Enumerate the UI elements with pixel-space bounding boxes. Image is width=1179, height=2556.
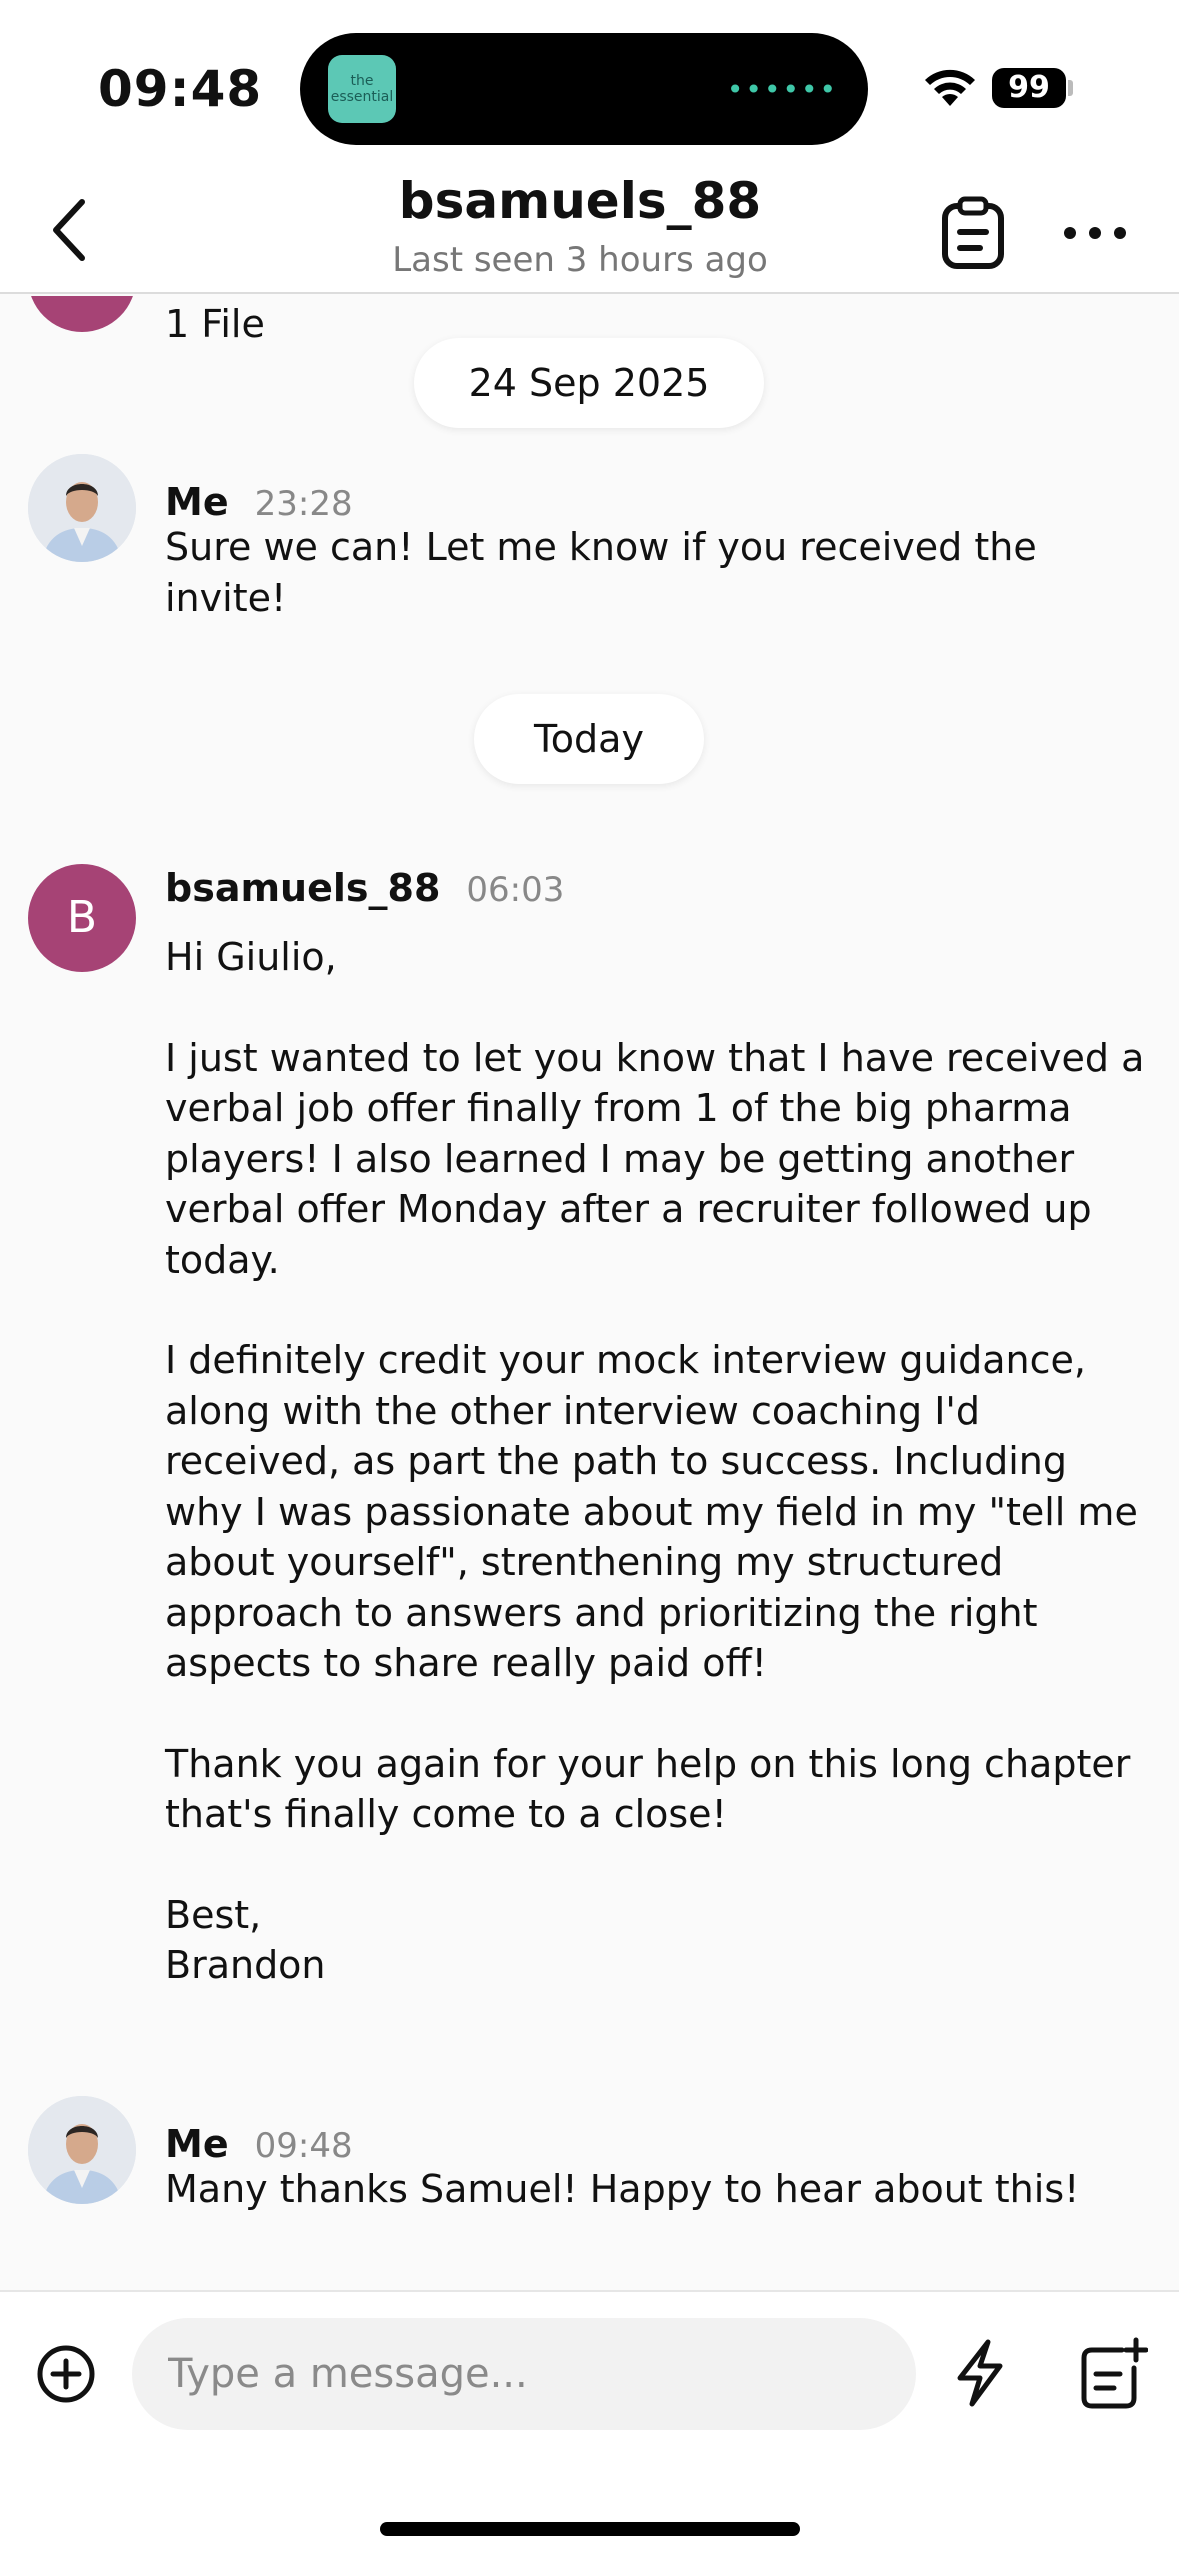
avatar[interactable] [28, 2096, 136, 2204]
message-paragraph: Sure we can! Let me know if you received… [165, 525, 1037, 620]
status-bar: 09:48 the essential •••••• 99 [0, 0, 1179, 170]
last-seen-status: Last seen 3 hours ago [392, 240, 768, 280]
message-paragraph: Best, Brandon [165, 1892, 326, 1988]
message-input[interactable] [132, 2318, 916, 2430]
message-body: Many thanks Samuel! Happy to hear about … [165, 2164, 1155, 2215]
message-paragraph: Many thanks Samuel! Happy to hear about … [165, 2167, 1080, 2211]
island-activity-icon: •••••• [726, 73, 838, 106]
message-paragraph: Thank you again for your help on this lo… [165, 1741, 1131, 1837]
clipboard-icon[interactable] [940, 196, 1006, 270]
avatar [28, 296, 136, 332]
message-paragraph: I definitely credit your mock interview … [165, 1338, 1138, 1685]
date-separator: 24 Sep 2025 [414, 338, 764, 428]
sender-name: Me [165, 2122, 229, 2166]
plus-circle-icon[interactable] [36, 2344, 96, 2404]
message-paragraph: Hi Giulio, [165, 935, 337, 979]
message-body: Sure we can! Let me know if you received… [165, 522, 1155, 623]
message-body: Hi Giulio, I just wanted to let you know… [165, 932, 1155, 1991]
message-header: bsamuels_88 06:03 [165, 866, 564, 910]
chat-title[interactable]: bsamuels_88 [280, 172, 880, 230]
sender-name: Me [165, 480, 229, 524]
message-header: Me 23:28 [165, 480, 353, 524]
ellipsis-icon[interactable] [1060, 208, 1130, 258]
battery-icon: 99 [992, 68, 1066, 108]
sender-name: bsamuels_88 [165, 866, 441, 910]
note-add-icon[interactable] [1078, 2336, 1148, 2410]
wifi-icon [925, 69, 975, 106]
chevron-left-icon[interactable] [40, 190, 100, 270]
avatar[interactable] [28, 454, 136, 562]
message-list[interactable]: 1 File 24 Sep 2025 Me 23:28 Sure we can! … [0, 296, 1179, 2290]
avatar-initial: B [66, 892, 98, 943]
message-time: 23:28 [254, 484, 353, 524]
lightning-icon[interactable] [950, 2338, 1010, 2408]
message-paragraph: I just wanted to let you know that I hav… [165, 1035, 1145, 1282]
message-composer [0, 2290, 1179, 2556]
status-time: 09:48 [98, 60, 263, 118]
dynamic-island: the essential •••••• [300, 33, 868, 145]
profile-photo [28, 454, 136, 562]
message-time: 09:48 [254, 2126, 353, 2166]
avatar[interactable]: B [28, 864, 136, 972]
message-header: Me 09:48 [165, 2122, 353, 2166]
date-separator: Today [474, 694, 704, 784]
message-time: 06:03 [466, 870, 565, 910]
island-app-label: the essential [330, 73, 394, 105]
battery-tip [1068, 80, 1073, 96]
island-app-icon: the essential [328, 55, 396, 123]
profile-photo [28, 2096, 136, 2204]
chat-header: bsamuels_88 Last seen 3 hours ago [0, 170, 1179, 294]
file-attachment-label[interactable]: 1 File [165, 302, 265, 346]
home-indicator[interactable] [380, 2522, 800, 2536]
